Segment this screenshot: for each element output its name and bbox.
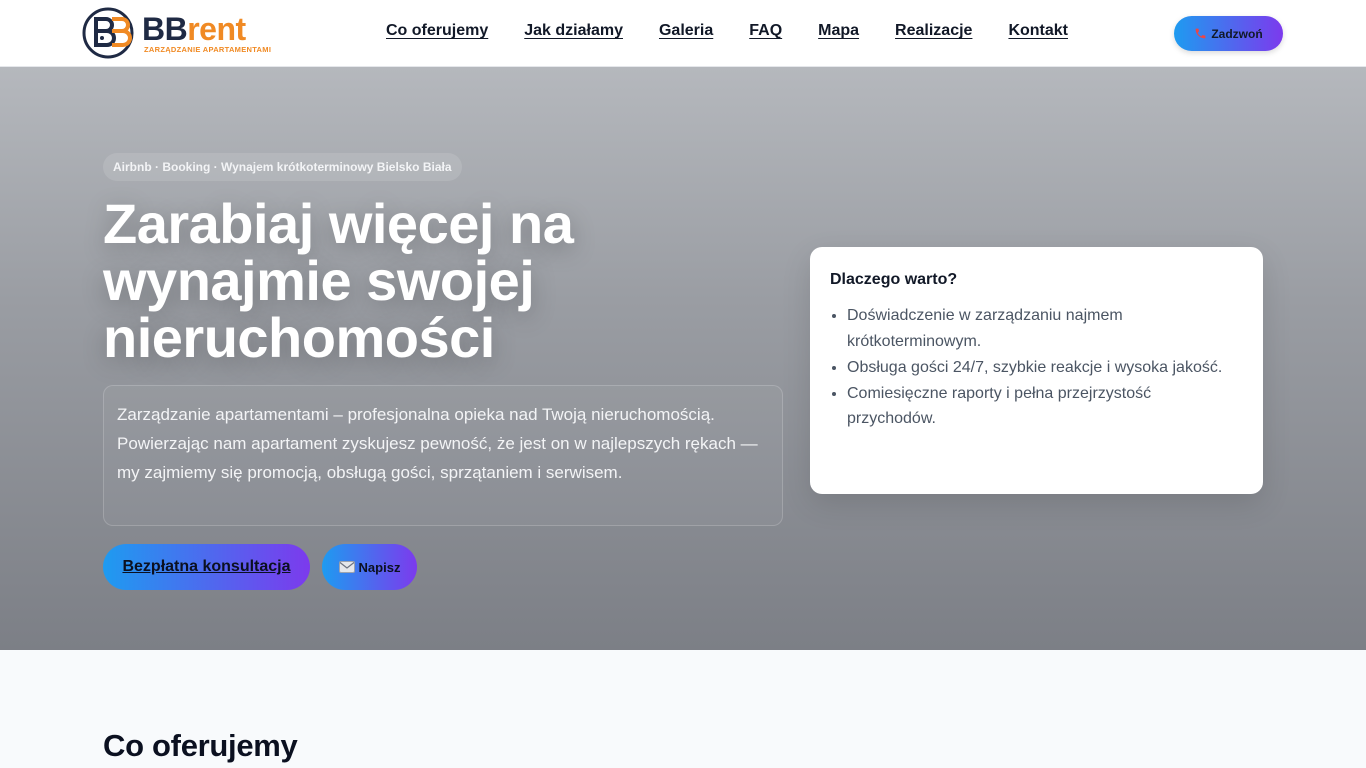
write-button[interactable]: Napisz xyxy=(322,544,417,590)
free-consultation-button[interactable]: Bezpłatna konsultacja xyxy=(103,544,310,590)
section-title-offer: Co oferujemy xyxy=(103,728,298,763)
nav-item-jak-dzialamy[interactable]: Jak działamy xyxy=(524,22,623,40)
brand-name: BBrent xyxy=(142,13,271,45)
brand-wordmark: BBrent ZARZĄDZANIE APARTAMENTAMI xyxy=(142,13,271,54)
hero-badge: Airbnb · Booking · Wynajem krótkotermino… xyxy=(103,153,462,181)
hero-section: Airbnb · Booking · Wynajem krótkotermino… xyxy=(0,67,1366,650)
brand-logo[interactable]: BBrent ZARZĄDZANIE APARTAMENTAMI xyxy=(82,4,292,62)
brand-name-bb: BB xyxy=(142,10,188,47)
bbrent-logo-icon xyxy=(82,7,134,59)
main-nav: Co oferujemy Jak działamy Galeria FAQ Ma… xyxy=(386,22,1104,40)
why-card-title: Dlaczego warto? xyxy=(830,271,958,288)
why-list: Doświadczenie w zarządzaniu najmem krótk… xyxy=(830,303,1243,432)
nav-item-mapa[interactable]: Mapa xyxy=(818,22,859,40)
call-button[interactable]: Zadzwoń xyxy=(1174,16,1283,51)
call-button-label: Zadzwoń xyxy=(1211,26,1263,41)
nav-item-realizacje[interactable]: Realizacje xyxy=(895,22,972,40)
why-list-item: Comiesięczne raporty i pełna przejrzysto… xyxy=(847,381,1243,432)
nav-item-galeria[interactable]: Galeria xyxy=(659,22,713,40)
why-list-item: Obsługa gości 24/7, szybkie reakcje i wy… xyxy=(847,355,1243,381)
envelope-icon xyxy=(338,561,355,573)
nav-item-co-oferujemy[interactable]: Co oferujemy xyxy=(386,22,488,40)
site-header: BBrent ZARZĄDZANIE APARTAMENTAMI Co ofer… xyxy=(0,0,1366,67)
brand-subtitle: ZARZĄDZANIE APARTAMENTAMI xyxy=(144,44,272,54)
nav-item-faq[interactable]: FAQ xyxy=(749,22,782,40)
brand-name-rent: rent xyxy=(187,10,246,47)
hero-headline: Zarabiaj więcej na wynajmie swojej nieru… xyxy=(103,192,574,369)
nav-item-kontakt[interactable]: Kontakt xyxy=(1008,22,1068,40)
write-button-label: Napisz xyxy=(358,559,401,575)
hero-lead-box: Zarządzanie apartamentami – profesjonaln… xyxy=(103,385,783,526)
phone-icon xyxy=(1195,28,1206,39)
why-card: Dlaczego warto? Doświadczenie w zarządza… xyxy=(810,247,1263,494)
why-list-item: Doświadczenie w zarządzaniu najmem krótk… xyxy=(847,303,1243,354)
hero-lead-text: Zarządzanie apartamentami – profesjonaln… xyxy=(117,405,758,482)
